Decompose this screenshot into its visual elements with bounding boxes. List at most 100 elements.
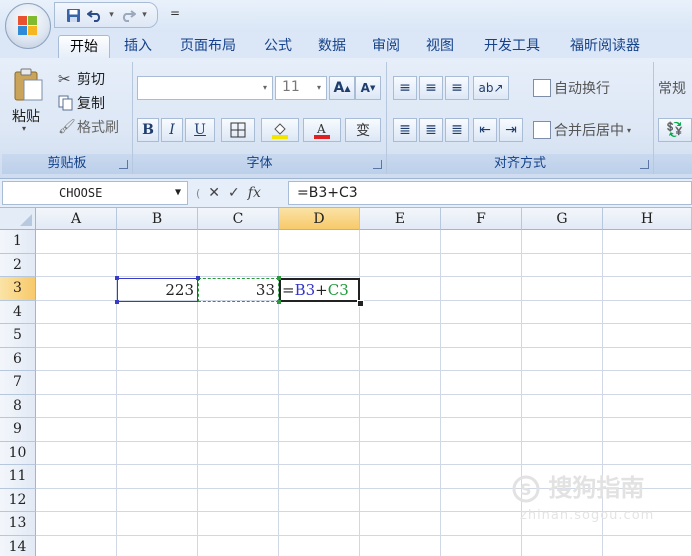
merge-center-label: 合并后居中 bbox=[554, 123, 624, 139]
row-header-11[interactable]: 11 bbox=[0, 465, 36, 489]
save-icon[interactable] bbox=[63, 5, 83, 25]
font-color-button[interactable]: A bbox=[303, 118, 341, 142]
align-bottom-icon: ≡ bbox=[451, 80, 463, 96]
insert-function-icon[interactable]: fx bbox=[248, 185, 261, 201]
tab-developer[interactable]: 开发工具 bbox=[472, 35, 552, 57]
row-header-14[interactable]: 14 bbox=[0, 535, 36, 556]
tab-home[interactable]: 开始 bbox=[58, 35, 110, 58]
font-name-dropdown[interactable]: ▾ bbox=[137, 76, 273, 100]
align-center-button[interactable]: ≣ bbox=[419, 118, 443, 142]
column-header-e[interactable]: E bbox=[360, 208, 441, 230]
row-header-4[interactable]: 4 bbox=[0, 300, 36, 324]
tab-review[interactable]: 审阅 bbox=[364, 35, 408, 57]
cell-b3[interactable]: 223 bbox=[117, 278, 198, 302]
row-header-1[interactable]: 1 bbox=[0, 230, 36, 254]
tab-page-layout[interactable]: 页面布局 bbox=[170, 35, 246, 57]
italic-button[interactable]: I bbox=[161, 118, 183, 142]
grid-hline bbox=[36, 370, 692, 371]
name-box[interactable]: CHOOSE ▼ bbox=[2, 181, 188, 205]
cut-button[interactable]: ✂ 剪切 bbox=[58, 68, 105, 90]
range-handle[interactable] bbox=[115, 300, 119, 304]
align-left-button[interactable]: ≣ bbox=[393, 118, 417, 142]
row-header-12[interactable]: 12 bbox=[0, 488, 36, 512]
row-header-7[interactable]: 7 bbox=[0, 371, 36, 395]
select-all-button[interactable] bbox=[0, 208, 36, 230]
orientation-button[interactable]: ab↗ bbox=[473, 76, 509, 100]
undo-icon[interactable] bbox=[85, 5, 105, 25]
shrink-font-button[interactable]: A ▼ bbox=[355, 76, 381, 100]
tab-foxit-reader[interactable]: 福昕阅读器 bbox=[560, 35, 650, 57]
underline-button[interactable]: U bbox=[185, 118, 215, 142]
wrap-text-label: 自动换行 bbox=[554, 81, 610, 97]
chevron-down-icon[interactable]: ▾ bbox=[107, 5, 116, 25]
dialog-launcher-icon[interactable] bbox=[373, 160, 382, 169]
bold-button[interactable]: B bbox=[137, 118, 159, 142]
merge-center-button[interactable]: 合并后居中 ▾ bbox=[533, 119, 631, 141]
column-header-c[interactable]: C bbox=[198, 208, 279, 230]
align-middle-button[interactable]: ≡ bbox=[419, 76, 443, 100]
fill-color-button[interactable] bbox=[261, 118, 299, 142]
tab-formulas[interactable]: 公式 bbox=[256, 35, 300, 57]
row-header-6[interactable]: 6 bbox=[0, 347, 36, 371]
increase-indent-icon: ⇥ bbox=[505, 122, 517, 138]
paste-button[interactable]: 粘贴 ▾ bbox=[8, 66, 48, 142]
fill-handle[interactable] bbox=[357, 300, 364, 307]
worksheet-grid[interactable]: ABCDEFGH 1 2 3 4 5 6 7 8 9 10 11 12 13 14 223 33 =B3+… bbox=[0, 208, 692, 556]
customize-qat-button[interactable]: = bbox=[170, 6, 180, 20]
column-header-a[interactable]: A bbox=[36, 208, 117, 230]
column-header-d[interactable]: D bbox=[279, 208, 360, 230]
column-header-b[interactable]: B bbox=[117, 208, 198, 230]
format-painter-button[interactable]: 🖌 格式刷 bbox=[58, 116, 119, 138]
collapse-icon[interactable]: ( bbox=[196, 187, 200, 200]
cell-d3[interactable]: =B3+C3 bbox=[279, 278, 360, 302]
row-header-5[interactable]: 5 bbox=[0, 324, 36, 348]
decrease-indent-button[interactable]: ⇤ bbox=[473, 118, 497, 142]
row-header-8[interactable]: 8 bbox=[0, 394, 36, 418]
font-size-dropdown[interactable]: 11 ▾ bbox=[275, 76, 327, 100]
row-header-10[interactable]: 10 bbox=[0, 441, 36, 465]
increase-indent-button[interactable]: ⇥ bbox=[499, 118, 523, 142]
border-button[interactable] bbox=[221, 118, 255, 142]
tab-insert[interactable]: 插入 bbox=[116, 35, 160, 57]
brush-icon: 🖌 bbox=[58, 119, 76, 135]
align-top-icon: ≡ bbox=[399, 80, 411, 96]
range-handle[interactable] bbox=[115, 276, 119, 280]
grow-font-button[interactable]: A ▲ bbox=[329, 76, 355, 100]
wrap-text-button[interactable]: 自动换行 bbox=[533, 77, 610, 99]
formula-buttons: ( ✕ ✓ fx bbox=[190, 181, 284, 205]
chevron-down-icon[interactable]: ▼ bbox=[175, 182, 181, 204]
office-button[interactable] bbox=[5, 3, 51, 49]
column-header-g[interactable]: G bbox=[522, 208, 603, 230]
copy-button[interactable]: 复制 bbox=[58, 92, 105, 114]
row-header-2[interactable]: 2 bbox=[0, 253, 36, 277]
formula-bar: CHOOSE ▼ ( ✕ ✓ fx =B3+C3 bbox=[0, 179, 692, 208]
tab-view[interactable]: 视图 bbox=[418, 35, 462, 57]
phonetic-button[interactable]: 变 bbox=[345, 118, 381, 142]
column-header-h[interactable]: H bbox=[603, 208, 692, 230]
number-format-dropdown[interactable]: 常规 bbox=[658, 77, 686, 99]
align-right-button[interactable]: ≣ bbox=[445, 118, 469, 142]
dialog-launcher-icon[interactable] bbox=[119, 160, 128, 169]
clipboard-group-label: 剪贴板 bbox=[2, 154, 132, 174]
range-handle[interactable] bbox=[196, 276, 200, 280]
column-header-f[interactable]: F bbox=[441, 208, 522, 230]
tab-data[interactable]: 数据 bbox=[310, 35, 354, 57]
currency-button[interactable]: 💱 bbox=[658, 118, 692, 142]
formula-input[interactable]: =B3+C3 bbox=[288, 181, 692, 205]
cancel-icon[interactable]: ✕ bbox=[208, 185, 220, 201]
enter-icon[interactable]: ✓ bbox=[228, 185, 240, 201]
copy-icon bbox=[58, 95, 74, 111]
range-handle[interactable] bbox=[277, 300, 281, 304]
redo-icon[interactable] bbox=[118, 5, 138, 25]
row-header-9[interactable]: 9 bbox=[0, 418, 36, 442]
row-header-3[interactable]: 3 bbox=[0, 277, 36, 301]
chevron-down-icon[interactable]: ▾ bbox=[140, 5, 149, 25]
align-bottom-button[interactable]: ≡ bbox=[445, 76, 469, 100]
align-top-button[interactable]: ≡ bbox=[393, 76, 417, 100]
chevron-down-icon: ▾ bbox=[316, 83, 321, 92]
cell-c3[interactable]: 33 bbox=[198, 278, 279, 302]
dialog-launcher-icon[interactable] bbox=[640, 160, 649, 169]
merge-cells-icon bbox=[533, 121, 551, 139]
row-header-13[interactable]: 13 bbox=[0, 512, 36, 536]
range-handle[interactable] bbox=[277, 276, 281, 280]
